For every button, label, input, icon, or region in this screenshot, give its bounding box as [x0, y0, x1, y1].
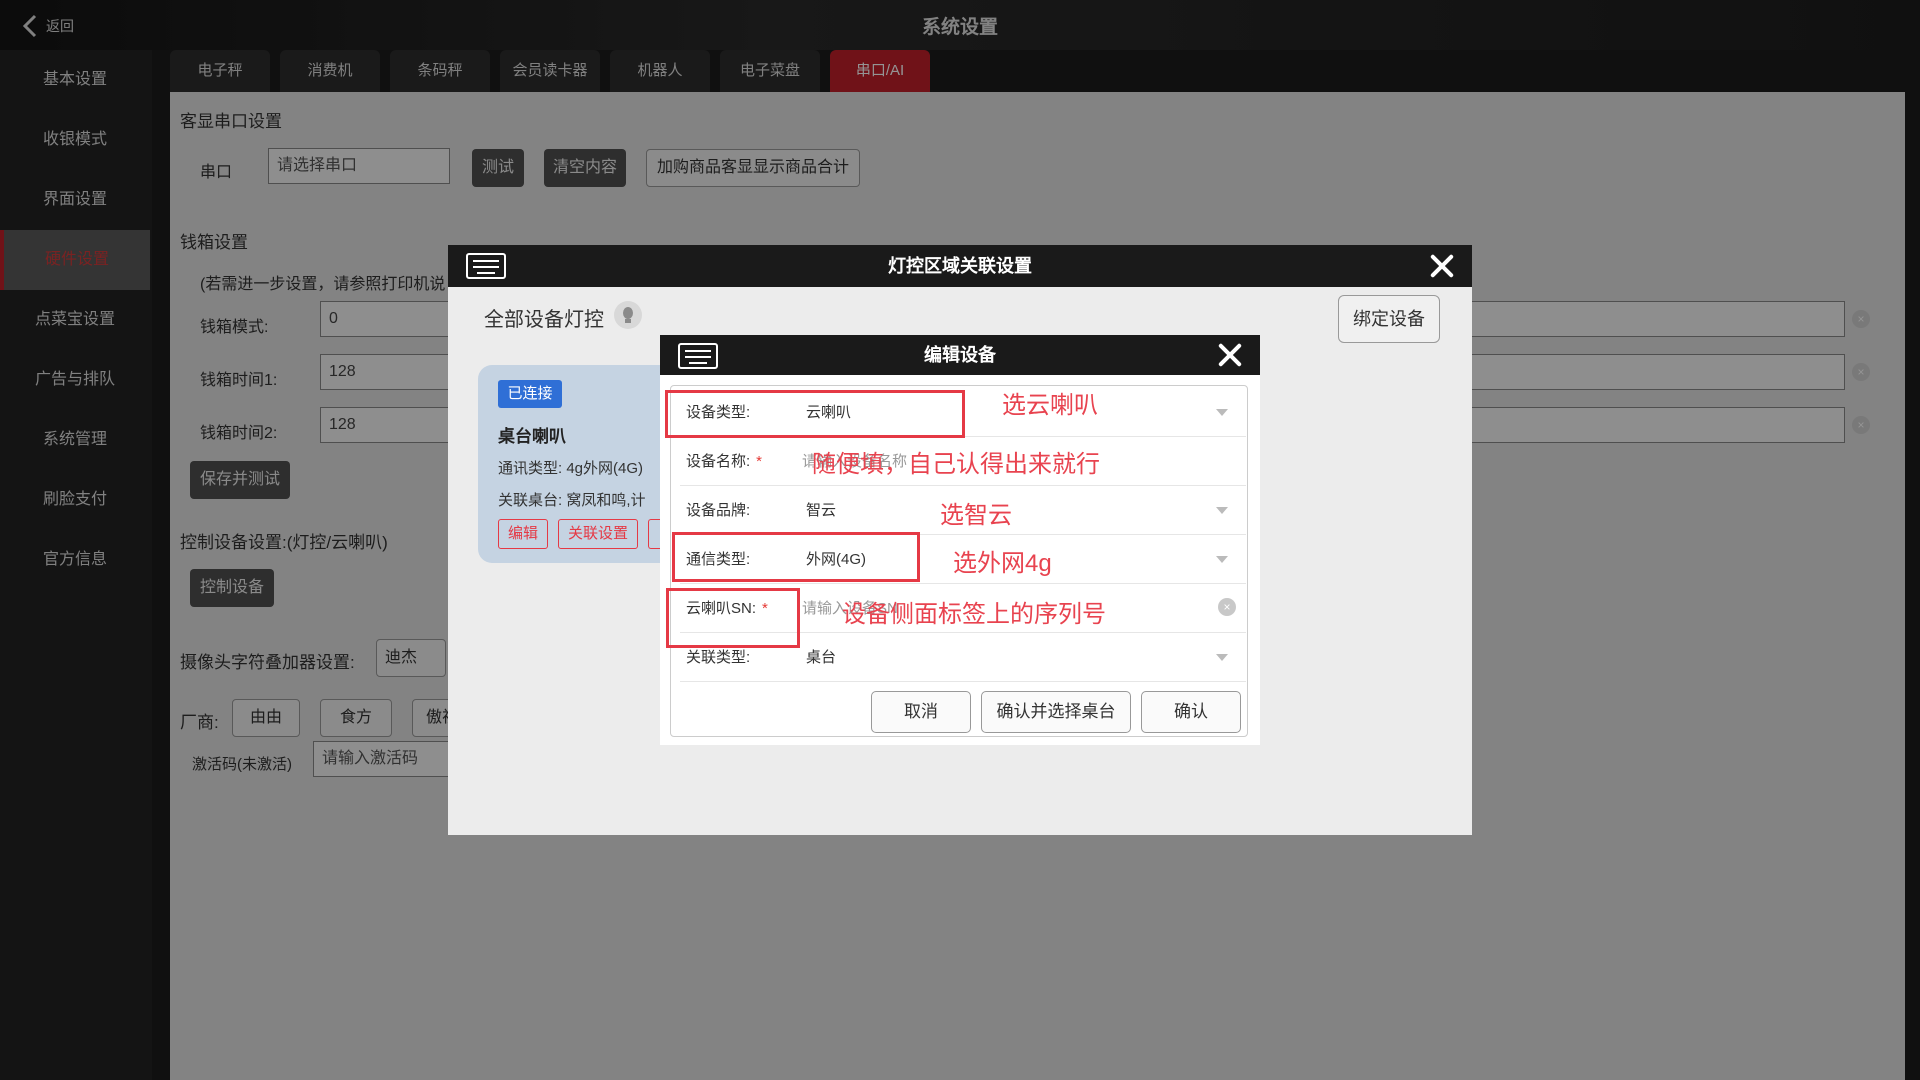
chevron-down-icon	[1216, 556, 1228, 563]
annotation-comm-type: 选外网4g	[953, 550, 1052, 577]
confirm-button[interactable]: 确认	[1141, 691, 1241, 733]
field-label: 设备名称: *	[686, 453, 763, 470]
highlight-device-type	[665, 390, 965, 438]
chevron-down-icon	[1216, 507, 1228, 514]
bulb-icon[interactable]	[614, 301, 642, 329]
device-card: 已连接 桌台喇叭 通讯类型: 4g外网(4G) 关联桌台: 窝凤和鸣,计 编辑 …	[478, 365, 688, 563]
annotation-device-brand: 选智云	[940, 502, 1012, 529]
dialog-title: 灯控区域关联设置	[888, 256, 1032, 276]
link-type-select[interactable]: 桌台	[806, 633, 836, 682]
cancel-button[interactable]: 取消	[871, 691, 971, 733]
bind-device-button[interactable]: 绑定设备	[1338, 295, 1440, 343]
annotation-device-type: 选云喇叭	[1002, 392, 1098, 419]
device-linked-tables: 关联桌台: 窝凤和鸣,计	[498, 492, 646, 509]
chevron-down-icon	[1216, 654, 1228, 661]
close-icon[interactable]	[1428, 252, 1456, 280]
status-badge: 已连接	[498, 380, 562, 408]
chevron-down-icon	[1216, 409, 1228, 416]
link-settings-button[interactable]: 关联设置	[558, 519, 638, 549]
keyboard-icon[interactable]	[678, 343, 718, 369]
field-label: 设备品牌:	[686, 502, 751, 519]
all-devices-label: 全部设备灯控	[484, 309, 604, 331]
edit-device-button[interactable]: 编辑	[498, 519, 548, 549]
device-brand-select[interactable]: 智云	[806, 486, 836, 535]
keyboard-icon[interactable]	[466, 253, 506, 279]
clear-icon[interactable]: ×	[1218, 598, 1236, 616]
annotation-speaker-sn: 设备侧面标签上的序列号	[842, 601, 1106, 628]
close-icon[interactable]	[1216, 341, 1244, 369]
required-mark: *	[756, 453, 763, 470]
device-name: 桌台喇叭	[498, 427, 566, 446]
annotation-device-name: 随便填，自己认得出来就行	[812, 451, 1100, 478]
highlight-speaker-sn	[666, 588, 800, 648]
highlight-comm-type	[672, 532, 920, 582]
confirm-select-table-button[interactable]: 确认并选择桌台	[981, 691, 1131, 733]
dialog-title: 编辑设备	[924, 345, 996, 365]
device-comm-type: 通讯类型: 4g外网(4G)	[498, 460, 644, 477]
